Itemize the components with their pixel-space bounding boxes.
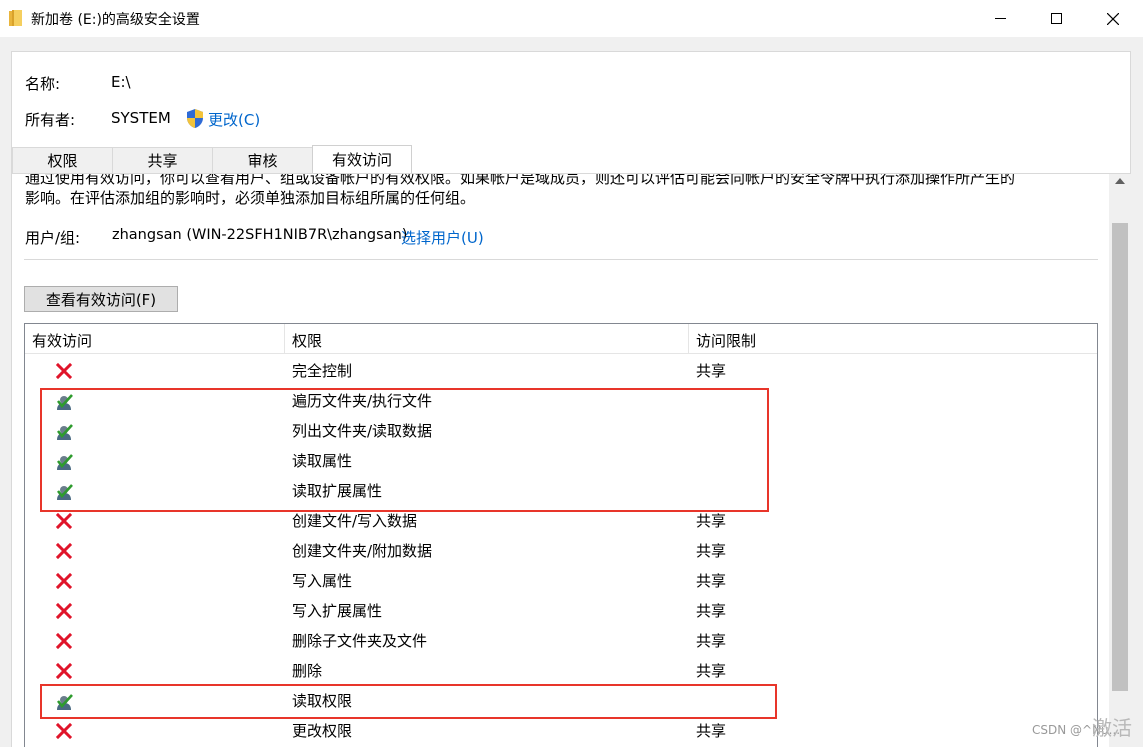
description-line-2: 影响。在评估添加组的影响时，必须单独添加目标组所属的任何组。 [25, 189, 476, 207]
permission-name: 更改权限 [292, 722, 353, 740]
permission-name: 写入扩展属性 [292, 602, 383, 620]
access-limit: 共享 [696, 512, 727, 530]
maximize-icon [1050, 13, 1062, 24]
permission-name: 删除子文件夹及文件 [292, 632, 428, 650]
access-limit: 共享 [696, 662, 727, 680]
permission-name: 创建文件夹/附加数据 [292, 542, 433, 560]
deny-x-icon [55, 362, 73, 380]
column-header-permission[interactable]: 权限 [292, 330, 322, 351]
list-header: 有效访问 权限 访问限制 [25, 324, 1097, 354]
deny-x-icon [55, 602, 73, 620]
access-limit: 共享 [696, 362, 727, 380]
table-row[interactable]: 删除子文件夹及文件 共享 [25, 625, 1097, 655]
table-row[interactable]: 创建文件夹/附加数据 共享 [25, 535, 1097, 565]
maximize-button[interactable] [1033, 0, 1079, 37]
deny-x-icon [55, 632, 73, 650]
scroll-thumb[interactable] [1112, 223, 1128, 691]
access-limit: 共享 [696, 572, 727, 590]
minimize-button[interactable] [977, 0, 1023, 37]
table-row[interactable]: 删除 共享 [25, 655, 1097, 685]
uac-shield-icon [187, 109, 203, 128]
access-limit: 共享 [696, 632, 727, 650]
table-row[interactable]: 更改权限 共享 [25, 715, 1097, 745]
minimize-icon [994, 18, 1006, 19]
divider [24, 259, 1098, 260]
column-header-access[interactable]: 有效访问 [32, 330, 92, 351]
deny-x-icon [55, 572, 73, 590]
user-group-label: 用户/组: [25, 229, 81, 247]
description-text: 通过使用有效访问，你可以查看用户、组或设备帐户的有效权限。如果帐户是域成员，则还… [25, 173, 1105, 208]
name-value: E:\ [111, 73, 131, 91]
table-row[interactable]: 完全控制 共享 [25, 355, 1097, 385]
watermark-logo: 激活 [1092, 716, 1132, 740]
permission-name: 写入属性 [292, 572, 353, 590]
tab-auditing[interactable]: 审核 [212, 147, 313, 173]
close-icon [1107, 12, 1119, 25]
tab-bar: 权限 共享 审核 有效访问 [12, 145, 412, 173]
highlight-box-read-permissions [40, 388, 769, 512]
deny-x-icon [55, 512, 73, 530]
change-owner-link[interactable]: 更改(C) [208, 109, 260, 130]
scroll-up-arrow-icon[interactable] [1115, 178, 1125, 184]
owner-label: 所有者: [25, 111, 76, 129]
permission-name: 删除 [292, 662, 323, 680]
tab-effective-access[interactable]: 有效访问 [312, 145, 412, 173]
user-group-value: zhangsan (WIN-22SFH1NIB7R\zhangsan) [112, 227, 408, 243]
access-limit: 共享 [696, 602, 727, 620]
highlight-box-read-acl [40, 684, 777, 719]
deny-x-icon [55, 662, 73, 680]
access-limit: 共享 [696, 542, 727, 560]
owner-value: SYSTEM [111, 109, 171, 127]
tab-permissions[interactable]: 权限 [12, 147, 113, 173]
table-row[interactable]: 写入扩展属性 共享 [25, 595, 1097, 625]
vertical-scrollbar[interactable] [1109, 174, 1131, 747]
view-effective-access-button[interactable]: 查看有效访问(F) [24, 286, 178, 312]
permission-name: 创建文件/写入数据 [292, 512, 418, 530]
column-header-limit[interactable]: 访问限制 [696, 330, 756, 351]
deny-x-icon [55, 722, 73, 740]
select-user-link[interactable]: 选择用户(U) [401, 227, 484, 248]
table-row[interactable]: 写入属性 共享 [25, 565, 1097, 595]
column-separator[interactable] [284, 324, 285, 354]
tab-sharing[interactable]: 共享 [112, 147, 213, 173]
close-button[interactable] [1090, 0, 1136, 37]
folder-icon [9, 10, 22, 26]
title-bar: 新加卷 (E:)的高级安全设置 [0, 0, 1143, 37]
description-line-1: 通过使用有效访问，你可以查看用户、组或设备帐户的有效权限。如果帐户是域成员，则还… [25, 173, 1016, 187]
name-label: 名称: [25, 75, 61, 93]
deny-x-icon [55, 542, 73, 560]
access-limit: 共享 [696, 722, 727, 740]
window-title: 新加卷 (E:)的高级安全设置 [31, 12, 200, 28]
permission-name: 完全控制 [292, 362, 353, 380]
column-separator[interactable] [688, 324, 689, 354]
